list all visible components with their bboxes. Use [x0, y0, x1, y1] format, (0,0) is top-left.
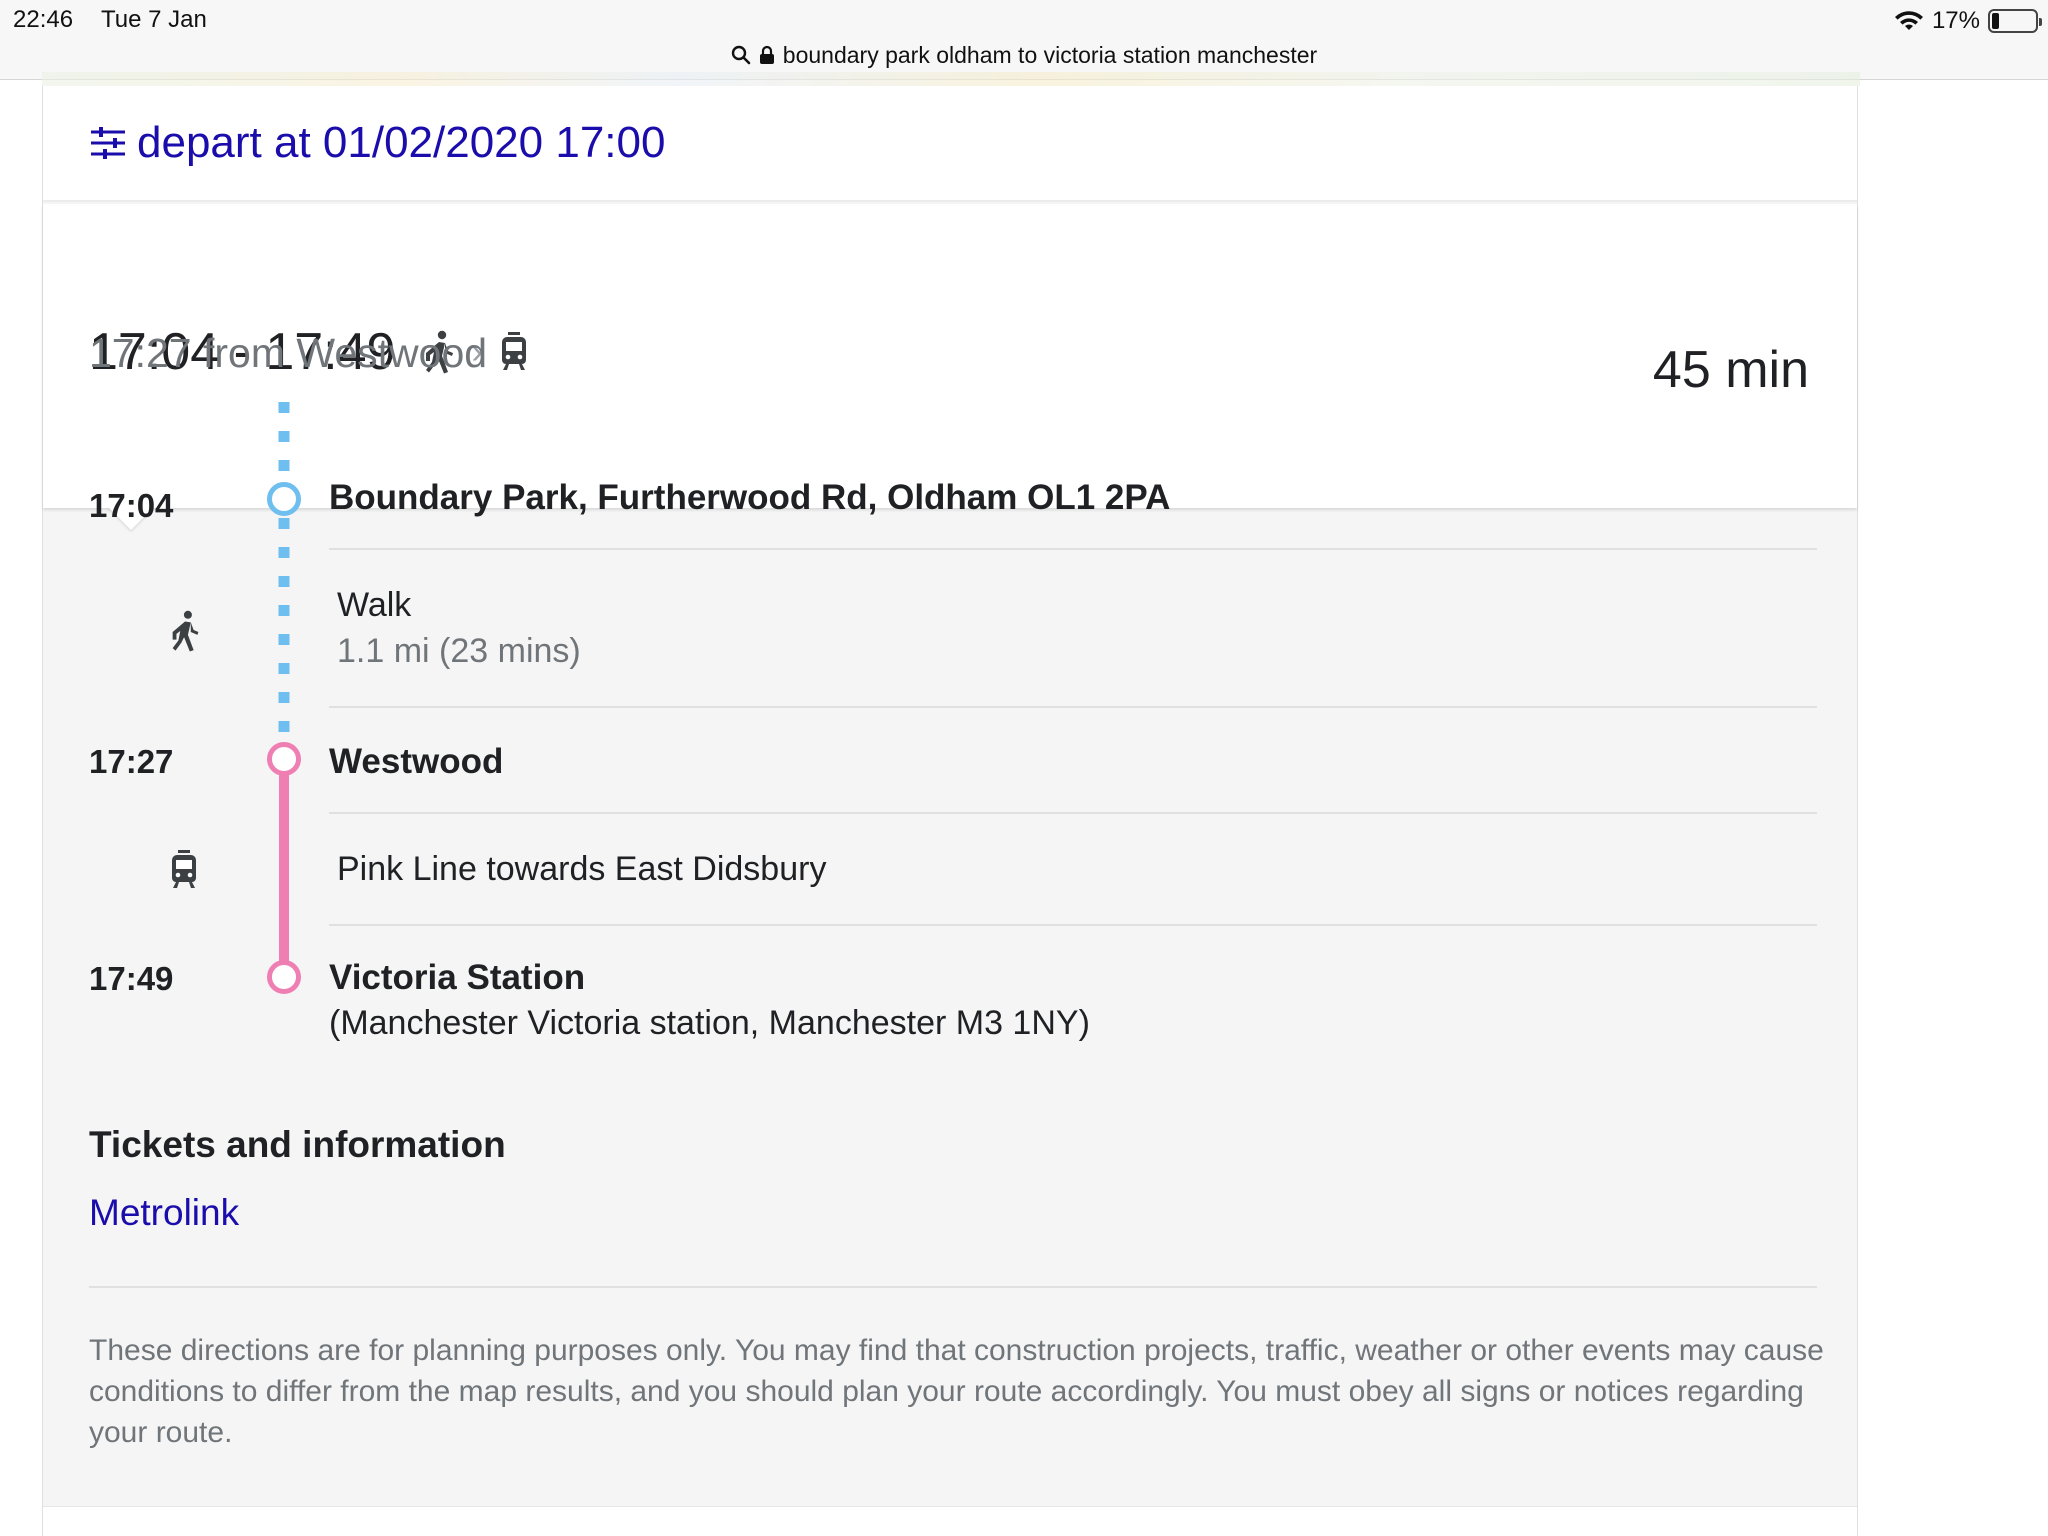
battery-percent: 17% — [1931, 7, 1980, 34]
tickets-heading: Tickets and information — [89, 1124, 506, 1165]
walk-detail: 1.1 mi (23 mins) — [337, 632, 581, 670]
tram-icon — [501, 332, 526, 370]
destination-time: 17:49 — [89, 960, 174, 997]
transfer-stop-marker — [267, 742, 301, 776]
card-footer — [43, 1506, 1857, 1536]
status-time: 22:46 — [13, 6, 74, 33]
status-indicators: 17% — [1894, 5, 2042, 37]
divider — [329, 924, 1817, 926]
origin-name: Boundary Park, Furtherwood Rd, Oldham OL… — [329, 478, 1171, 517]
divider — [329, 548, 1817, 550]
search-icon — [731, 45, 751, 65]
battery-level — [1992, 13, 2000, 29]
transfer-time: 17:27 — [89, 743, 174, 780]
walk-label: Walk — [337, 586, 412, 624]
summary-duration: 45 min — [1652, 341, 1809, 399]
origin-stop-marker — [267, 482, 301, 516]
walking-person-icon — [172, 610, 199, 652]
metrolink-link[interactable]: Metrolink — [89, 1192, 239, 1234]
transfer-name: Westwood — [329, 742, 504, 781]
destination-address: (Manchester Victoria station, Manchester… — [329, 1004, 1090, 1042]
wifi-icon — [1894, 11, 1923, 30]
divider — [329, 812, 1817, 814]
divider — [89, 1286, 1817, 1288]
lock-icon — [759, 45, 774, 64]
directions-card: depart at 01/02/2020 17:00 17:04 - 17:49… — [42, 86, 1858, 1536]
origin-time: 17:04 — [89, 487, 174, 524]
address-bar[interactable]: boundary park oldham to victoria station… — [0, 40, 2048, 70]
tram-icon — [172, 850, 196, 888]
browser-top-bar: 22:46 Tue 7 Jan 17% boundary park oldham… — [0, 0, 2048, 80]
destination-name: Victoria Station — [329, 958, 586, 997]
battery-icon — [1988, 9, 2042, 33]
tram-label: Pink Line towards East Didsbury — [337, 850, 827, 888]
url-text: boundary park oldham to victoria station… — [782, 41, 1318, 68]
destination-stop-marker — [267, 960, 301, 994]
divider — [329, 706, 1817, 708]
status-date: Tue 7 Jan — [101, 6, 207, 33]
map-background-strip — [42, 72, 1860, 86]
disclaimer-text: These directions are for planning purpos… — [89, 1334, 1824, 1449]
